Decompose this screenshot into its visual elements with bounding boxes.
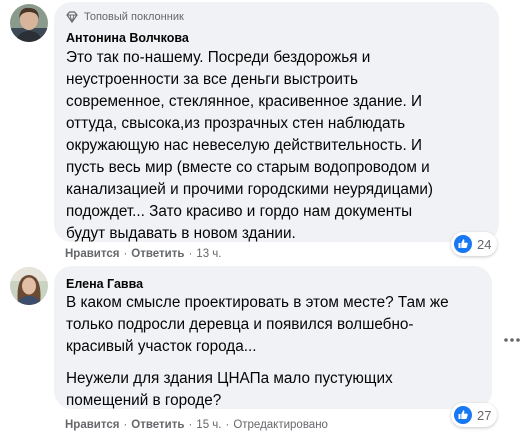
reply-button[interactable]: Ответить [131,248,184,260]
avatar-photo-icon [10,4,48,42]
reaction-count: 27 [477,407,492,423]
separator: · [225,419,230,431]
text-line: В каком смысле проектировать в этом мест… [66,294,449,311]
comment-bubble: Топовый поклонник Антонина Волчкова Это … [54,2,499,242]
like-icon [454,406,472,424]
comment-author[interactable]: Елена Гавва [66,277,143,291]
avatar[interactable] [10,267,48,305]
text-line: будут выдавать в новом здании. [66,225,296,242]
reaction-summary[interactable]: 24 [451,232,498,256]
comment-2: Елена Гавва В каком смысле проектировать… [0,266,528,443]
like-icon [454,235,472,253]
text-line: неустроенности за все деньги выстроить [66,71,358,88]
ellipsis-icon [504,338,520,342]
reaction-count: 24 [477,236,492,252]
avatar-photo-icon [10,267,48,305]
separator: · [123,248,128,260]
reply-button[interactable]: Ответить [131,419,184,431]
text-line: оттуда, свысока,из прозрачных стен наблю… [66,115,406,132]
text-line: Это так по-нашему. Посреди бездорожья и [66,49,371,66]
text-line: только подросли деревца и появился волше… [66,316,414,333]
text-line: окружающую нас невеселую действительност… [66,137,423,154]
comment-actions: Нравится · Ответить · 13 ч. [65,248,221,260]
top-fan-badge[interactable]: Топовый поклонник [66,11,184,23]
text-line: красивый участок города... [66,338,257,355]
separator: · [188,419,193,431]
timestamp[interactable]: 15 ч. [196,419,221,431]
comment-author[interactable]: Антонина Волчкова [66,31,189,45]
like-button[interactable]: Нравится [65,419,119,431]
more-options-icon[interactable] [500,328,524,352]
separator: · [188,248,193,260]
timestamp[interactable]: 13 ч. [196,248,221,260]
text-line: современное, стеклянное, красивенное зда… [66,93,423,110]
text-line: подождет... Зато красиво и гордо нам док… [66,203,413,220]
text-line: канализацией и прочими городскими неуряд… [66,181,433,198]
text-line: помещений в городе? [66,392,222,409]
like-button[interactable]: Нравится [65,248,119,260]
text-line: пусть весь мир (вместе со старым водопро… [66,159,430,176]
comment-1: Топовый поклонник Антонина Волчкова Это … [0,0,528,266]
diamond-icon [66,11,78,23]
separator: · [123,419,128,431]
comment-text: В каком смысле проектировать в этом мест… [66,292,482,412]
edited-label: Отредактировано [233,419,328,431]
comment-text: Это так по-нашему. Посреди бездорожья и … [66,47,489,245]
text-line: Неужели для здания ЦНАПа мало пустующих [66,370,393,387]
comment-actions: Нравится · Ответить · 15 ч. · Отредактир… [65,419,328,431]
avatar[interactable] [10,4,48,42]
comment-bubble: Елена Гавва В каком смысле проектировать… [54,266,492,409]
reaction-summary[interactable]: 27 [451,403,498,427]
badge-label: Топовый поклонник [84,11,184,23]
